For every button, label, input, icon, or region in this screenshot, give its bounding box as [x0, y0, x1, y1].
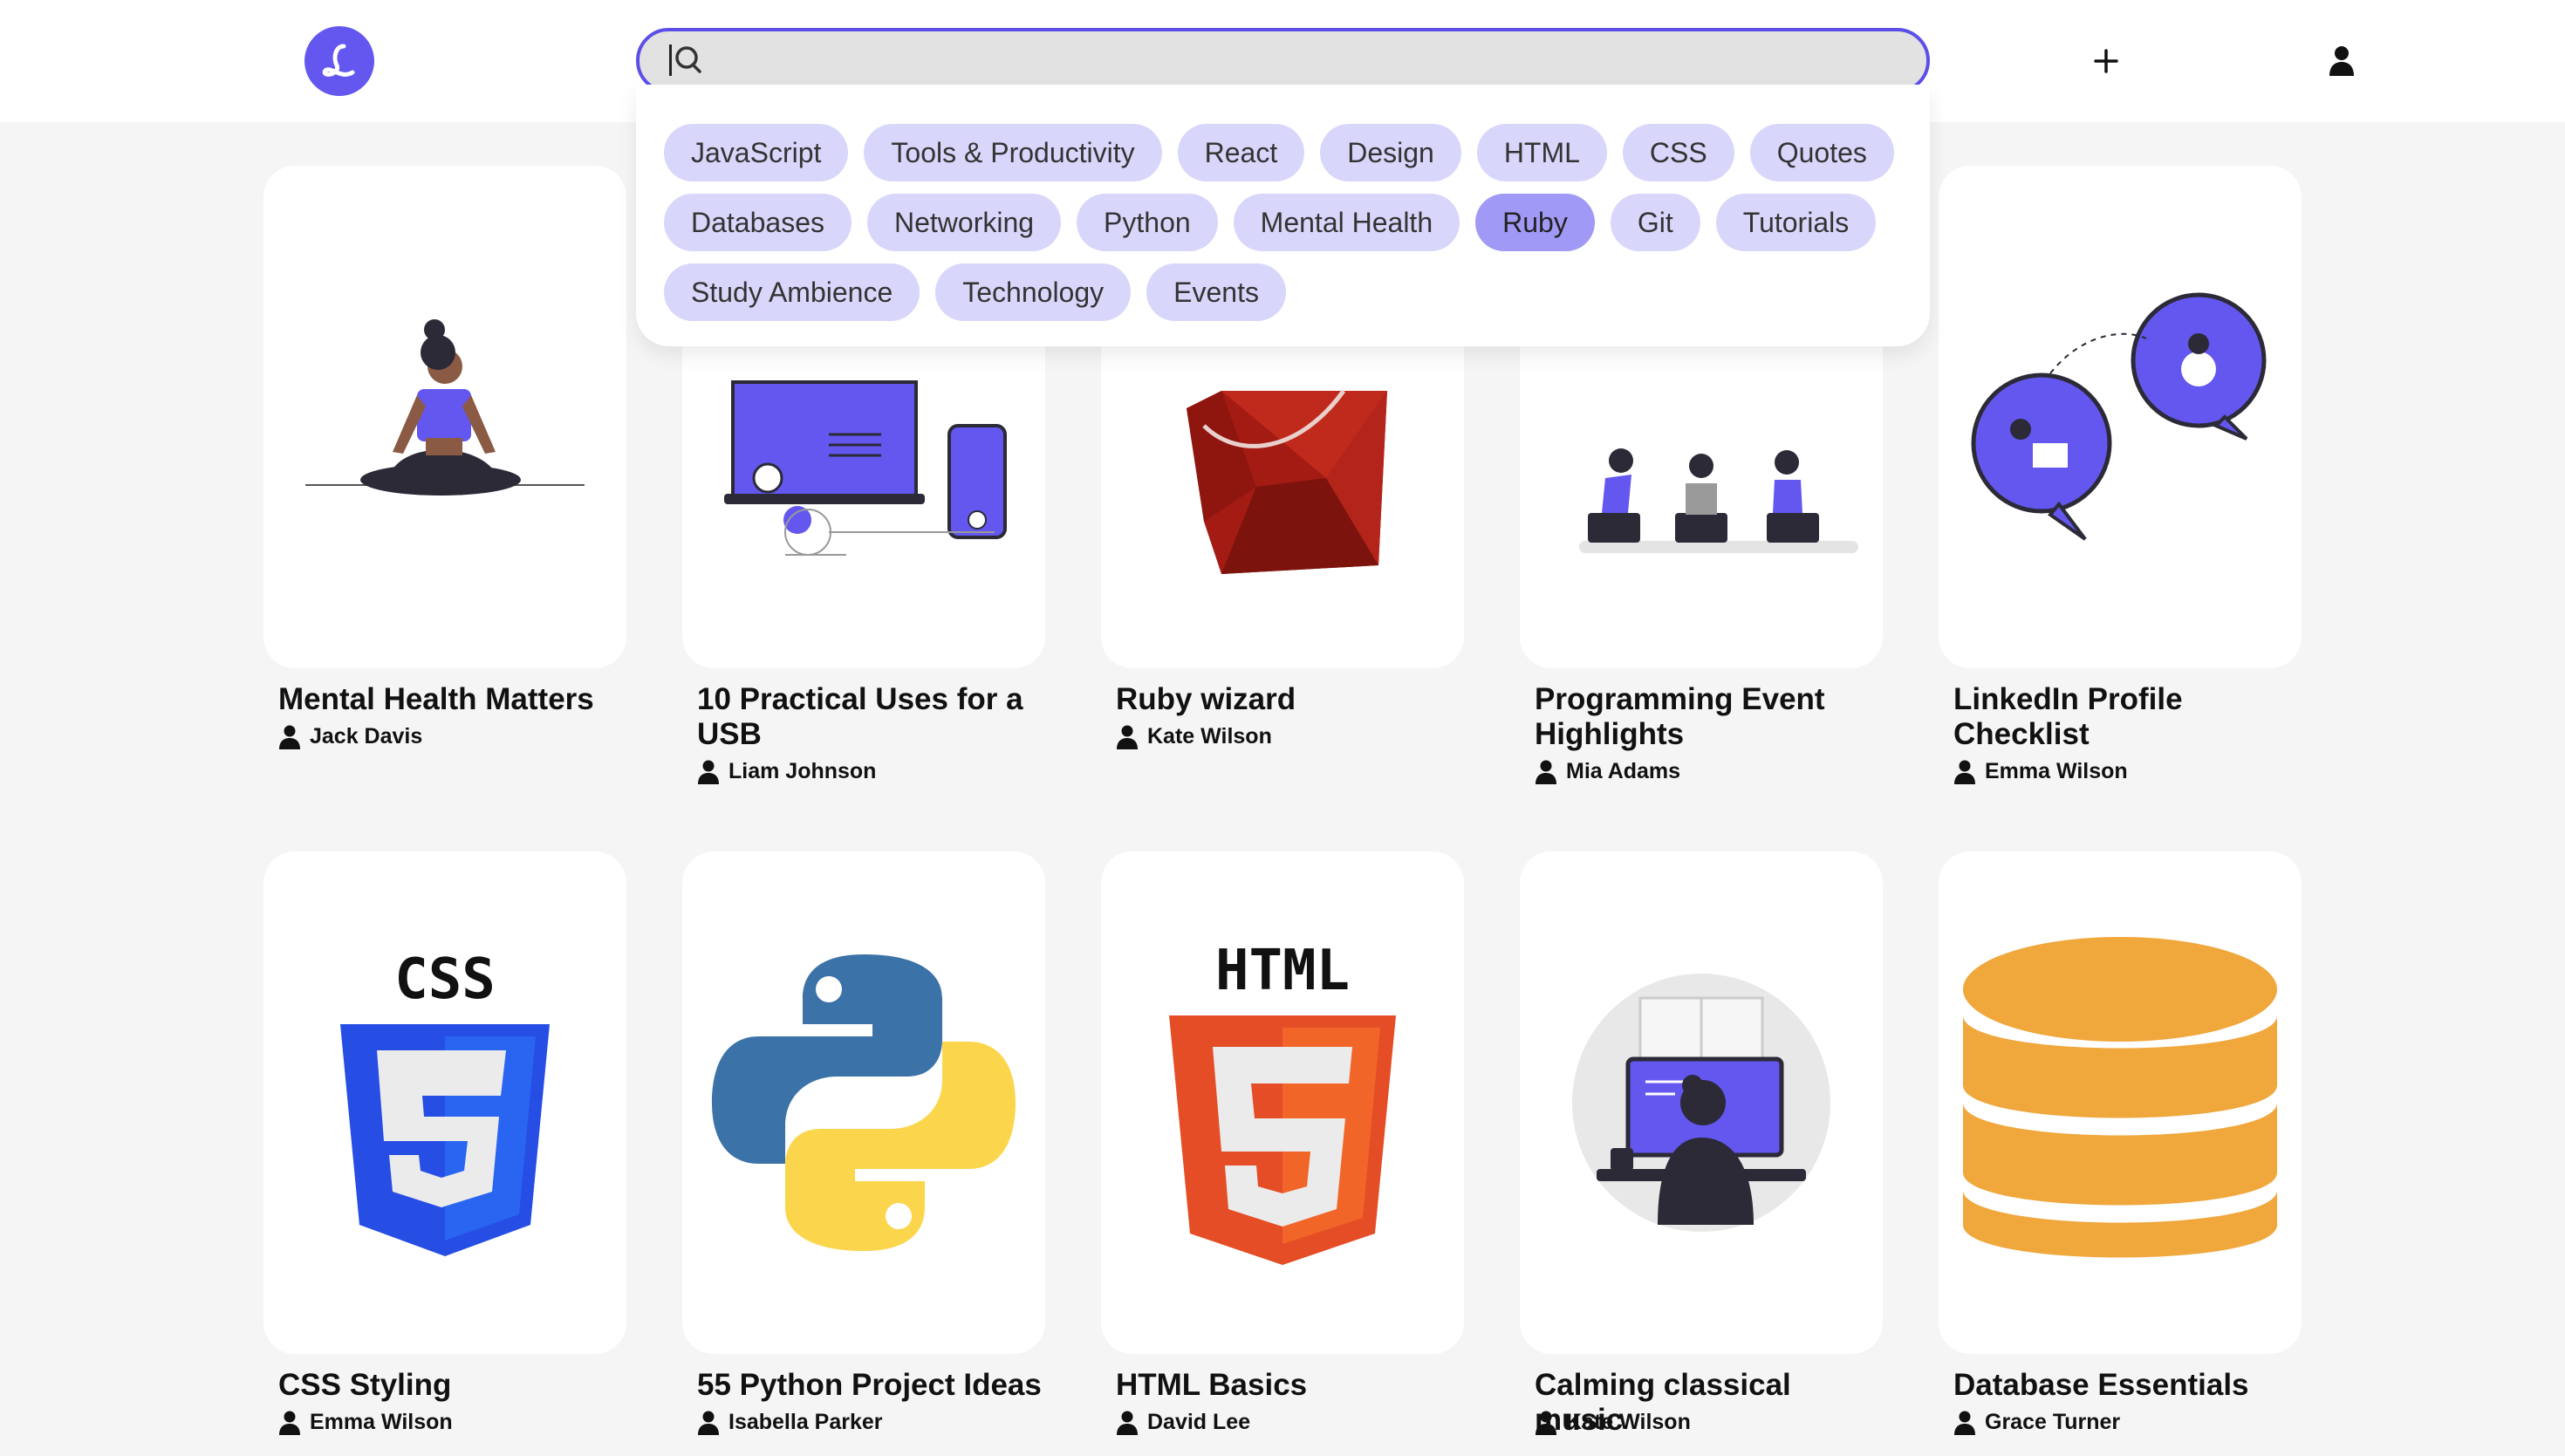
person-icon: [1536, 1411, 1556, 1435]
tag-chip-databases[interactable]: Databases: [664, 194, 852, 251]
working-at-desk-illustration: [1572, 974, 1830, 1232]
database-icon: [1963, 937, 2277, 1258]
post-author[interactable]: Emma Wilson: [1953, 759, 2128, 784]
post-thumbnail[interactable]: [1939, 851, 2302, 1354]
author-name: Grace Turner: [1985, 1410, 2121, 1434]
tag-suggestions-dropdown: JavaScript Tools & Productivity React De…: [636, 85, 1930, 346]
tag-chip-python[interactable]: Python: [1077, 194, 1218, 251]
post-thumbnail[interactable]: [682, 851, 1045, 1354]
author-name: Emma Wilson: [1985, 759, 2128, 783]
tag-chip-technology[interactable]: Technology: [935, 263, 1132, 321]
author-name: Kate Wilson: [1147, 724, 1272, 749]
post-author[interactable]: Kate Wilson: [1535, 1410, 1691, 1435]
search-bar[interactable]: [636, 28, 1930, 93]
post-author[interactable]: Kate Wilson: [1116, 724, 1272, 749]
tag-chip-css[interactable]: CSS: [1622, 124, 1734, 181]
post-title[interactable]: Mental Health Matters: [278, 682, 627, 717]
python-logo: [712, 954, 1016, 1251]
post-author[interactable]: Isabella Parker: [697, 1410, 883, 1435]
tag-row-3: Study Ambience Technology Events: [664, 263, 1286, 321]
post-title[interactable]: Database Essentials: [1953, 1368, 2302, 1403]
html-logo-text: HTML: [1215, 939, 1350, 1003]
meditation-illustration: [305, 319, 585, 496]
tag-chip-study-ambience[interactable]: Study Ambience: [664, 263, 920, 321]
css3-logo: CSS: [340, 947, 550, 1256]
author-name: Mia Adams: [1566, 759, 1681, 783]
search-icon: [675, 46, 701, 73]
person-icon: [279, 725, 300, 749]
author-name: Jack Davis: [310, 724, 423, 749]
post-thumbnail[interactable]: [263, 166, 626, 668]
post-title[interactable]: Ruby wizard: [1116, 682, 1465, 717]
tag-chip-design[interactable]: Design: [1320, 124, 1461, 181]
post-author[interactable]: Mia Adams: [1535, 759, 1680, 784]
search-input[interactable]: [718, 37, 1908, 86]
post-author[interactable]: Grace Turner: [1953, 1410, 2120, 1435]
person-icon: [279, 1411, 300, 1435]
author-name: Liam Johnson: [728, 759, 877, 783]
person-icon: [1954, 1411, 1975, 1435]
post-title[interactable]: 10 Practical Uses for a USB: [697, 682, 1046, 752]
tag-chip-events[interactable]: Events: [1146, 263, 1286, 321]
person-icon: [1117, 725, 1138, 749]
tag-chip-mental-health[interactable]: Mental Health: [1233, 194, 1460, 251]
logo-script-l-icon: [322, 44, 355, 77]
post-title[interactable]: Programming Event Highlights: [1535, 682, 1884, 752]
html5-logo: HTML: [1169, 939, 1396, 1265]
tag-chip-tutorials[interactable]: Tutorials: [1715, 194, 1877, 251]
post-author[interactable]: Emma Wilson: [278, 1410, 453, 1435]
author-name: Kate Wilson: [1566, 1410, 1691, 1434]
post-title[interactable]: 55 Python Project Ideas: [697, 1368, 1046, 1403]
tag-row-2: Databases Networking Python Mental Healt…: [664, 194, 1877, 251]
tag-chip-ruby[interactable]: Ruby: [1475, 194, 1595, 251]
person-icon: [1536, 760, 1556, 784]
author-name: Emma Wilson: [310, 1410, 453, 1434]
post-title[interactable]: LinkedIn Profile Checklist: [1953, 682, 2302, 752]
post-title[interactable]: HTML Basics: [1116, 1368, 1465, 1403]
tag-chip-git[interactable]: Git: [1610, 194, 1700, 251]
tag-chip-javascript[interactable]: JavaScript: [664, 124, 849, 181]
post-author[interactable]: Liam Johnson: [697, 759, 876, 784]
post-thumbnail[interactable]: HTML: [1101, 851, 1464, 1354]
person-icon: [698, 1411, 719, 1435]
post-thumbnail[interactable]: CSS: [263, 851, 626, 1354]
post-thumbnail[interactable]: [1939, 166, 2302, 668]
chat-bubbles-illustration: [1971, 292, 2267, 541]
css-logo-text: CSS: [394, 947, 496, 1012]
post-title[interactable]: CSS Styling: [278, 1368, 627, 1403]
post-author[interactable]: David Lee: [1116, 1410, 1250, 1435]
person-icon: [1954, 760, 1975, 784]
person-icon: [1117, 1411, 1138, 1435]
add-post-button[interactable]: [2078, 33, 2134, 89]
tag-chip-tools-productivity[interactable]: Tools & Productivity: [864, 124, 1162, 181]
tag-chip-quotes[interactable]: Quotes: [1749, 124, 1894, 181]
text-cursor: [669, 44, 672, 76]
profile-button[interactable]: [2314, 33, 2370, 89]
author-name: Isabella Parker: [728, 1410, 883, 1434]
person-icon: [698, 760, 719, 784]
plus-icon: [2094, 49, 2118, 73]
app-logo[interactable]: [304, 26, 374, 96]
user-icon: [2329, 46, 2354, 76]
post-author[interactable]: Jack Davis: [278, 724, 422, 749]
tag-chip-react[interactable]: React: [1177, 124, 1305, 181]
tag-chip-html[interactable]: HTML: [1476, 124, 1607, 181]
tag-row-1: JavaScript Tools & Productivity React De…: [664, 124, 1894, 181]
tag-chip-networking[interactable]: Networking: [866, 194, 1062, 251]
author-name: David Lee: [1147, 1410, 1251, 1434]
post-thumbnail[interactable]: [1520, 851, 1883, 1354]
